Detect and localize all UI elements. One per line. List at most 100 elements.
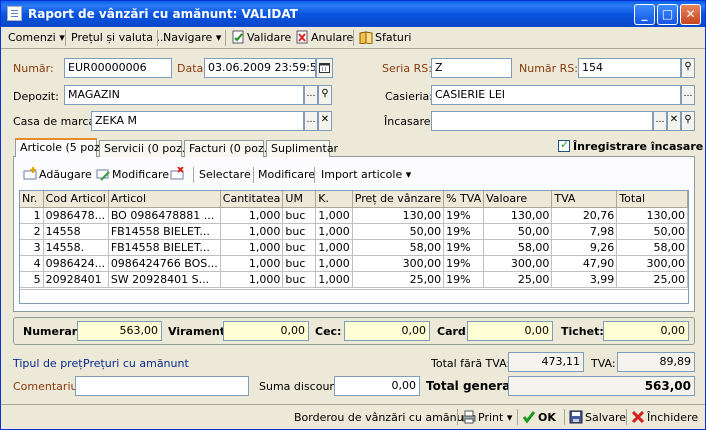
table-cell: 25,00: [483, 271, 553, 288]
table-cell: buc: [282, 271, 317, 288]
edit-row-icon: [96, 167, 110, 181]
dropdown-arrow-icon: ▾: [215, 31, 222, 44]
modificare-button[interactable]: Modificare: [258, 168, 315, 181]
table-cell: buc: [282, 223, 317, 240]
suma-discount-field[interactable]: 0,00: [334, 376, 420, 396]
table-row[interactable]: 3 14558. FB14558 BIELET... 1,000 buc 1,000 58,…: [20, 239, 688, 256]
comentariu-field[interactable]: [75, 376, 249, 396]
column-header[interactable]: Nr.: [20, 191, 44, 208]
casieria-field[interactable]: CASIERIE LEI: [431, 85, 681, 105]
depozit-field[interactable]: MAGAZIN: [64, 85, 304, 105]
navigare-label: Navigare: [163, 31, 213, 44]
tab-facturi[interactable]: Facturi (0 poz.): [184, 140, 272, 157]
column-header[interactable]: % TVA: [443, 191, 485, 208]
articles-table[interactable]: Nr. Cod Articol Articol Cantitatea UM K. Preț …: [19, 190, 689, 304]
column-header[interactable]: TVA: [551, 191, 618, 208]
table-cell: 58,00: [352, 239, 445, 256]
table-cell: 19%: [443, 239, 485, 256]
comenzi-menu[interactable]: Comenzi ▾: [4, 29, 69, 47]
virament-field[interactable]: 0,00: [223, 321, 309, 341]
column-header[interactable]: K.: [315, 191, 353, 208]
borderou-button[interactable]: Borderou de vânzări cu amănunt: [294, 409, 475, 427]
pretul-valuta-button[interactable]: Prețul și valuta ...: [67, 29, 171, 47]
ok-button[interactable]: OK: [522, 409, 556, 427]
numar-rs-field[interactable]: 154: [578, 58, 681, 78]
modificare-label: Modificare: [112, 168, 170, 181]
column-header[interactable]: Articol: [108, 191, 221, 208]
tva-field: 89,89: [617, 352, 695, 372]
close-button[interactable]: ✕: [680, 4, 701, 25]
column-header[interactable]: UM: [282, 191, 317, 208]
navigare-menu[interactable]: Navigare ▾: [159, 29, 225, 47]
data-field[interactable]: 03.06.2009 23:59:59: [204, 58, 316, 78]
calendar-icon[interactable]: [316, 58, 333, 78]
inregistrare-checkbox[interactable]: [558, 138, 570, 152]
incasare-field[interactable]: [431, 111, 653, 131]
table-row[interactable]: 4 0986424... 0986424766 BOS... 1,000 buc 1,00…: [20, 255, 688, 272]
tva-label: TVA:: [591, 357, 616, 370]
column-header[interactable]: Valoare: [483, 191, 553, 208]
search-icon[interactable]: ⚲: [681, 58, 695, 78]
table-row[interactable]: 1 0986478... BO 0986478881 ... 1,000 buc 1,00…: [20, 207, 688, 224]
table-cell: 130,00: [352, 207, 445, 224]
salvare-button[interactable]: Salvare: [569, 409, 626, 427]
tab-articole[interactable]: Articole (5 poz.): [15, 138, 108, 157]
search-icon[interactable]: ⚲: [318, 85, 332, 105]
clear-icon[interactable]: ✕: [667, 111, 681, 131]
table-cell: 1,000: [315, 271, 353, 288]
casa-marcat-field[interactable]: ZEKA M: [91, 111, 304, 131]
import-articole-menu[interactable]: Import articole ▾: [321, 168, 411, 181]
add-row-icon: [23, 167, 37, 181]
validare-button[interactable]: Validare: [227, 29, 295, 47]
printer-icon: [462, 410, 476, 424]
dropdown-arrow-icon: ▾: [405, 168, 412, 181]
table-row[interactable]: 2 14558 FB14558 BIELET... 1,000 buc 1,000 50,0…: [20, 223, 688, 240]
table-cell: 47,90: [551, 255, 618, 272]
seria-rs-label: Seria RS:: [382, 62, 432, 75]
validate-doc-icon: [231, 30, 245, 44]
table-cell: 19%: [443, 255, 485, 272]
numerar-field[interactable]: 563,00: [77, 321, 162, 341]
column-header[interactable]: Cod Articol: [43, 191, 109, 208]
adaugare-button[interactable]: Adăugare: [23, 167, 92, 181]
table-cell: 3: [20, 239, 44, 256]
incasare-browse-button[interactable]: …: [653, 111, 667, 131]
delete-row-button[interactable]: [170, 166, 186, 181]
card-field[interactable]: 0,00: [467, 321, 553, 341]
anulare-button[interactable]: Anulare: [291, 29, 357, 47]
table-cell: 1,000: [315, 255, 353, 272]
depozit-browse-button[interactable]: …: [304, 85, 318, 105]
selectare-button[interactable]: Selectare: [199, 168, 251, 181]
seria-rs-field[interactable]: Z: [431, 58, 512, 78]
column-header[interactable]: Total: [616, 191, 688, 208]
inchidere-button[interactable]: Închidere: [631, 409, 698, 427]
search-icon[interactable]: ⚲: [681, 111, 695, 131]
column-header[interactable]: Cantitatea: [220, 191, 284, 208]
numar-field[interactable]: EUR00000006: [64, 58, 172, 78]
maximize-button[interactable]: □: [657, 4, 678, 25]
total-general-label: Total general:: [426, 379, 520, 393]
table-cell: 25,00: [352, 271, 445, 288]
minimize-button[interactable]: _: [634, 4, 655, 25]
import-label: Import articole: [321, 168, 403, 181]
tab-suplimentar[interactable]: Suplimentar: [266, 140, 338, 157]
tip-pret-value[interactable]: Prețuri cu amănunt: [83, 357, 189, 370]
toolbar-separator: [157, 30, 158, 46]
casa-browse-button[interactable]: …: [304, 111, 318, 131]
toolbar-separator: [564, 409, 565, 425]
cec-field[interactable]: 0,00: [344, 321, 430, 341]
salvare-label: Salvare: [585, 411, 627, 424]
modificare-row-button[interactable]: Modificare: [96, 167, 169, 181]
clear-icon[interactable]: ✕: [318, 111, 332, 131]
column-header[interactable]: Preț de vânzare: [352, 191, 445, 208]
tab-servicii[interactable]: Servicii (0 poz.): [99, 140, 190, 157]
articles-grid: Nr. Cod Articol Articol Cantitatea UM K. Preț …: [20, 191, 688, 288]
close-x-icon: [631, 410, 645, 424]
horizontal-scrollbar[interactable]: [20, 289, 688, 303]
print-menu[interactable]: Print ▾: [462, 409, 512, 427]
casieria-browse-button[interactable]: …: [681, 85, 695, 105]
table-row[interactable]: 5 20928401 SW 20928401 S... 1,000 buc 1,000 25…: [20, 271, 688, 288]
table-cell: 1,000: [220, 207, 284, 224]
sfaturi-button[interactable]: Sfaturi: [355, 29, 415, 47]
tichet-field[interactable]: 0,00: [603, 321, 689, 341]
